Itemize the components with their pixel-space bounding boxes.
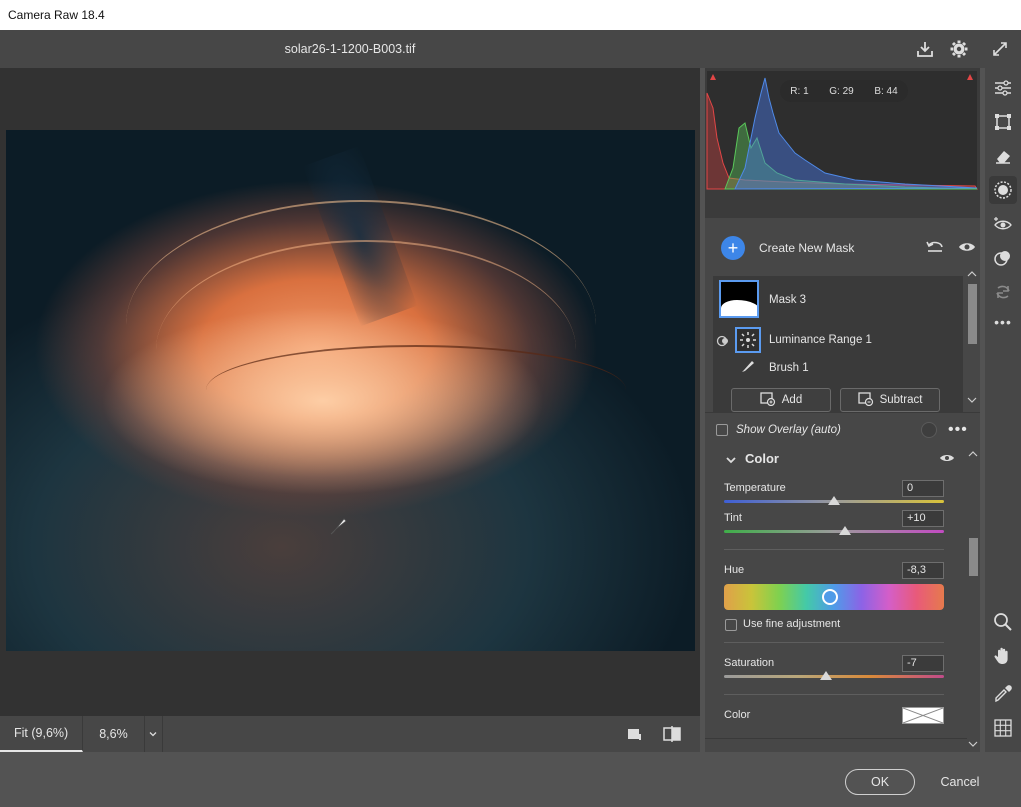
show-overlay-checkbox[interactable] xyxy=(716,423,728,436)
expand-icon[interactable] xyxy=(988,37,1012,61)
chevron-down-icon[interactable] xyxy=(145,716,163,752)
eyedropper-icon[interactable] xyxy=(989,680,1017,708)
temperature-label: Temperature xyxy=(724,482,786,494)
show-overlay-row: Show Overlay (auto) ••• xyxy=(705,412,980,446)
masking-icon[interactable] xyxy=(989,176,1017,204)
window-titlebar: Camera Raw 18.4 xyxy=(0,0,1021,30)
saturation-slider-thumb[interactable] xyxy=(820,671,833,680)
reset-icon[interactable] xyxy=(925,239,945,258)
color-section: Color Temperature 0 Tint +10 Hue -8,3 Us… xyxy=(705,446,967,752)
cancel-button[interactable]: Cancel xyxy=(930,775,990,789)
mask-thumbnail[interactable] xyxy=(719,280,759,318)
hue-slider-knob[interactable] xyxy=(821,589,838,605)
brush-icon xyxy=(740,358,756,377)
green-value: G: 29 xyxy=(829,85,854,97)
red-eye-icon[interactable] xyxy=(989,210,1017,238)
color-label: Color xyxy=(724,709,751,721)
subtract-icon xyxy=(857,391,874,409)
divider xyxy=(705,738,967,739)
crop-transform-icon[interactable] xyxy=(989,108,1017,136)
ok-button[interactable]: OK xyxy=(845,769,915,795)
right-toolbar: ••• xyxy=(985,68,1021,752)
luminance-range-icon[interactable] xyxy=(735,327,761,353)
mask-list-scrollbar[interactable] xyxy=(965,268,980,408)
divider xyxy=(724,642,944,643)
mask-header: + Create New Mask xyxy=(705,218,980,278)
eye-icon[interactable] xyxy=(958,240,976,257)
more-options-icon[interactable]: ••• xyxy=(948,421,968,439)
image-canvas[interactable] xyxy=(0,68,700,716)
panel-scrollbar[interactable] xyxy=(967,446,980,752)
divider xyxy=(724,549,944,550)
saturation-field[interactable]: -7 xyxy=(902,655,944,672)
grid-icon[interactable] xyxy=(989,714,1017,742)
saturation-track[interactable] xyxy=(724,675,944,678)
mask-item-label[interactable]: Mask 3 xyxy=(769,294,806,306)
edit-panel: R: 1 G: 29 B: 44 + Create New Mask Mask … xyxy=(705,68,980,752)
saturation-label: Saturation xyxy=(724,657,775,669)
edit-sliders-icon[interactable] xyxy=(989,74,1017,102)
red-value: R: 1 xyxy=(790,85,809,97)
blue-value: B: 44 xyxy=(874,85,898,97)
create-mask-label[interactable]: Create New Mask xyxy=(759,241,854,255)
more-icon[interactable]: ••• xyxy=(989,308,1017,336)
histogram: R: 1 G: 29 B: 44 xyxy=(705,68,980,218)
divider xyxy=(724,694,944,695)
subtract-mode-icon xyxy=(716,334,730,351)
zoom-icon[interactable] xyxy=(989,608,1017,636)
eraser-icon[interactable] xyxy=(989,142,1017,170)
subtract-button[interactable]: Subtract xyxy=(840,388,940,412)
tint-label: Tint xyxy=(724,512,742,524)
before-after-icon[interactable] xyxy=(662,725,682,746)
create-mask-button[interactable]: + xyxy=(721,236,745,260)
tint-slider-thumb[interactable] xyxy=(839,526,851,535)
rgb-readout: R: 1 G: 29 B: 44 xyxy=(780,80,908,102)
presets-icon[interactable] xyxy=(989,244,1017,272)
view-mode-icon[interactable] xyxy=(626,726,642,745)
mask-item-label[interactable]: Luminance Range 1 xyxy=(769,334,872,346)
brush-pin-icon[interactable] xyxy=(328,515,350,540)
window-title: Camera Raw 18.4 xyxy=(8,8,105,22)
hue-field[interactable]: -8,3 xyxy=(902,562,944,579)
add-button[interactable]: Add xyxy=(731,388,831,412)
photo-preview[interactable] xyxy=(6,130,695,651)
dialog-footer: OK Cancel xyxy=(0,752,1021,807)
add-icon xyxy=(760,391,776,409)
mask-item-label[interactable]: Brush 1 xyxy=(769,362,809,374)
top-bar: solar26-1-1200-B003.tif xyxy=(0,30,1021,68)
zoom-percent-button[interactable]: 8,6% xyxy=(83,716,145,752)
hue-label: Hue xyxy=(724,564,745,576)
file-name: solar26-1-1200-B003.tif xyxy=(284,42,416,56)
fine-adjustment-label: Use fine adjustment xyxy=(743,618,841,630)
zoom-fit-button[interactable]: Fit (9,6%) xyxy=(0,716,84,752)
fine-adjustment-checkbox[interactable] xyxy=(725,619,737,631)
snapshots-icon[interactable] xyxy=(989,278,1017,306)
photo-arc xyxy=(206,345,626,435)
tint-field[interactable]: +10 xyxy=(902,510,944,527)
chevron-down-icon[interactable] xyxy=(725,454,737,468)
subtract-label: Subtract xyxy=(879,394,923,406)
tint-track[interactable] xyxy=(724,530,944,533)
save-download-icon[interactable] xyxy=(913,37,937,61)
temperature-slider-thumb[interactable] xyxy=(828,496,840,505)
show-overlay-label: Show Overlay (auto) xyxy=(736,423,841,436)
mask-list: Mask 3 Luminance Range 1 Brush 1 Add Sub… xyxy=(713,276,963,412)
gear-icon[interactable] xyxy=(947,37,971,61)
eye-icon[interactable] xyxy=(939,452,955,467)
hand-icon[interactable] xyxy=(989,642,1017,670)
overlay-color-icon[interactable] xyxy=(921,422,937,438)
color-swatch[interactable] xyxy=(902,707,944,724)
zoom-bar: Fit (9,6%) 8,6% xyxy=(0,716,700,752)
section-title[interactable]: Color xyxy=(745,451,779,466)
temperature-field[interactable]: 0 xyxy=(902,480,944,497)
add-label: Add xyxy=(781,394,803,406)
